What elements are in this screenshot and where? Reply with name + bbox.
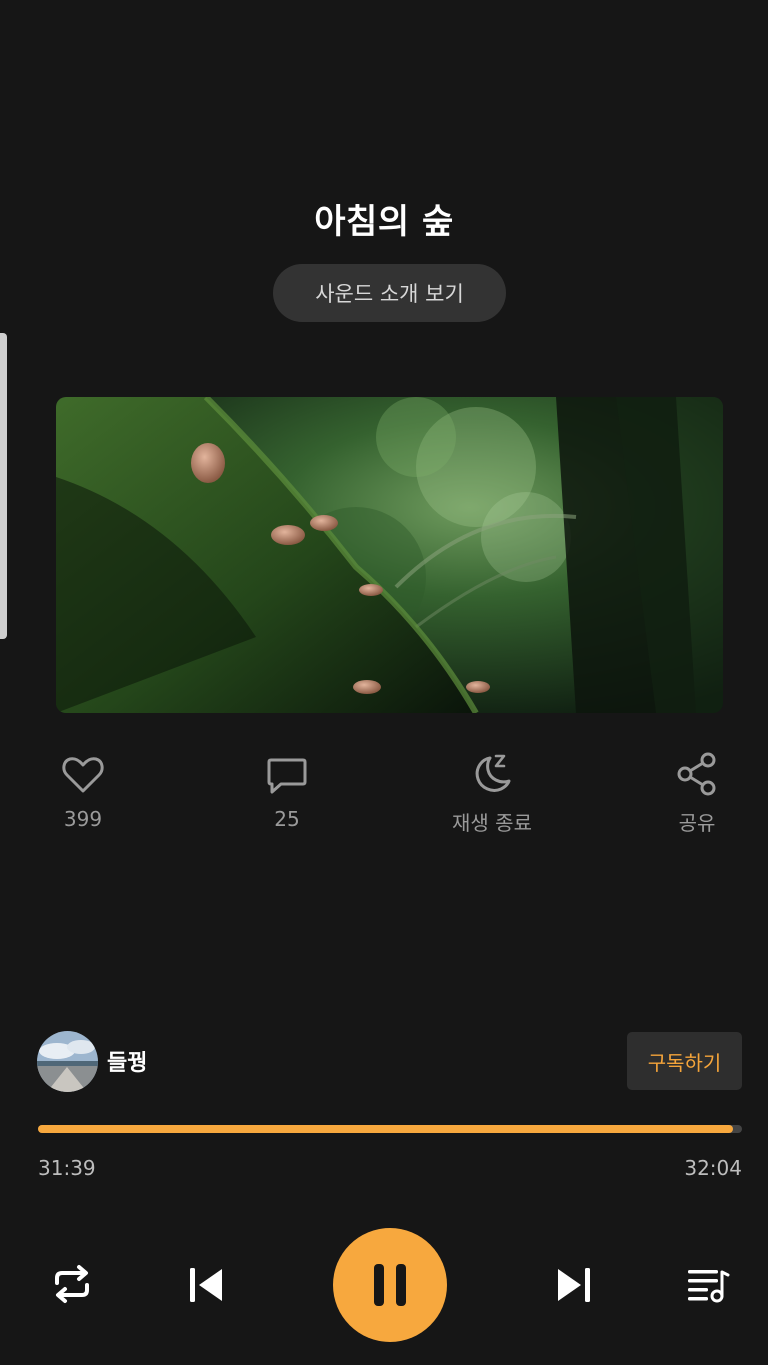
comment-action[interactable]: 25	[217, 750, 357, 831]
avatar[interactable]	[37, 1030, 98, 1092]
track-title: 아침의 숲	[314, 202, 454, 242]
share-label: 공유	[678, 811, 716, 835]
share-icon	[677, 752, 716, 796]
sound-intro-button[interactable]: 사운드 소개 보기	[273, 264, 506, 322]
like-count: 399	[63, 807, 103, 831]
next-icon	[558, 1268, 590, 1302]
comment-count: 25	[274, 807, 300, 831]
heart-icon	[62, 757, 104, 793]
progress-bar[interactable]	[38, 1125, 742, 1133]
comment-icon	[267, 758, 307, 794]
creator-info[interactable]: 들꿩	[37, 1030, 147, 1092]
repeat-button[interactable]	[45, 1257, 99, 1311]
moon-sleep-icon	[475, 754, 511, 792]
track-artwork	[56, 397, 723, 713]
creator-name[interactable]: 들꿩	[107, 1045, 147, 1077]
playlist-button[interactable]	[680, 1258, 734, 1312]
sleep-timer-label: 재생 종료	[452, 811, 532, 835]
total-time: 32:04	[684, 1156, 742, 1180]
pause-button[interactable]	[333, 1228, 447, 1342]
progress-fill	[38, 1125, 733, 1133]
repeat-icon	[55, 1265, 89, 1303]
share-action[interactable]: 공유	[627, 750, 767, 836]
previous-icon	[190, 1268, 222, 1302]
subscribe-button[interactable]: 구독하기	[627, 1032, 742, 1090]
action-bar: 399 25 재생 종료 공유	[0, 750, 768, 850]
next-button[interactable]	[550, 1258, 600, 1312]
elapsed-time: 31:39	[38, 1156, 96, 1180]
like-action[interactable]: 399	[13, 750, 153, 831]
playlist-icon	[688, 1270, 730, 1303]
previous-button[interactable]	[180, 1258, 230, 1312]
pause-icon	[374, 1264, 406, 1306]
sleep-timer-action[interactable]: 재생 종료	[422, 750, 562, 836]
side-panel-handle[interactable]	[0, 333, 7, 639]
